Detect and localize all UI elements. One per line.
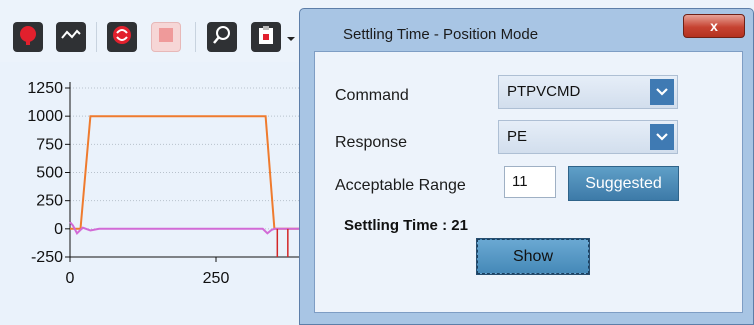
zoom-button[interactable] — [207, 22, 237, 52]
show-button[interactable]: Show — [476, 238, 590, 275]
suggested-button-label: Suggested — [585, 174, 662, 192]
y-tick-label: 0 — [54, 221, 63, 238]
settling-time-result: Settling Time : 21 — [344, 217, 468, 234]
clipboard-icon — [255, 24, 277, 51]
chart-area: 1250 1000 750 500 250 0 -250 0 250 — [0, 62, 310, 325]
close-icon: x — [710, 18, 718, 34]
x-tick-label: 0 — [66, 270, 75, 287]
y-tick-label: 750 — [36, 136, 63, 153]
chevron-down-icon[interactable] — [286, 31, 296, 49]
refresh-button[interactable] — [107, 22, 137, 52]
zoom-icon — [211, 24, 233, 51]
toolbar-separator — [96, 22, 97, 52]
dialog-content: Command PTPVCMD Response PE Acceptable R… — [314, 51, 743, 313]
y-tick-label: -250 — [31, 249, 63, 266]
show-button-label: Show — [512, 247, 554, 265]
settling-time-dialog: Settling Time - Position Mode x Command … — [299, 8, 754, 325]
close-button[interactable]: x — [683, 14, 745, 38]
response-value: PE — [507, 128, 528, 145]
record-icon — [17, 24, 39, 51]
signal-button[interactable] — [56, 22, 86, 52]
command-dropdown[interactable]: PTPVCMD — [498, 75, 678, 109]
y-tick-label: 1000 — [27, 108, 63, 125]
command-label: Command — [335, 87, 409, 104]
chart-svg: 125010007505002500-2500 250 — [27, 80, 310, 287]
record-button[interactable] — [13, 22, 43, 52]
toolbar-separator — [195, 22, 196, 52]
y-tick-label: 250 — [36, 193, 63, 210]
refresh-icon — [111, 24, 133, 51]
stop-icon — [157, 26, 175, 49]
response-label: Response — [335, 134, 408, 151]
y-tick-label: 500 — [36, 165, 63, 182]
command-value: PTPVCMD — [507, 83, 581, 100]
suggested-button[interactable]: Suggested — [568, 166, 679, 201]
acceptable-range-input[interactable]: 11 — [504, 166, 556, 198]
response-dropdown[interactable]: PE — [498, 120, 678, 154]
dialog-titlebar[interactable]: Settling Time - Position Mode x — [300, 9, 753, 51]
chevron-down-icon[interactable] — [650, 79, 674, 105]
x-tick-label: 250 — [203, 270, 230, 287]
stop-button[interactable] — [151, 22, 181, 52]
signal-icon — [60, 24, 82, 51]
dialog-title: Settling Time - Position Mode — [343, 26, 539, 43]
y-tick-label: 1250 — [27, 80, 63, 97]
chevron-down-icon[interactable] — [650, 124, 674, 150]
clipboard-button[interactable] — [251, 22, 281, 52]
acceptable-range-label: Acceptable Range — [335, 177, 466, 194]
